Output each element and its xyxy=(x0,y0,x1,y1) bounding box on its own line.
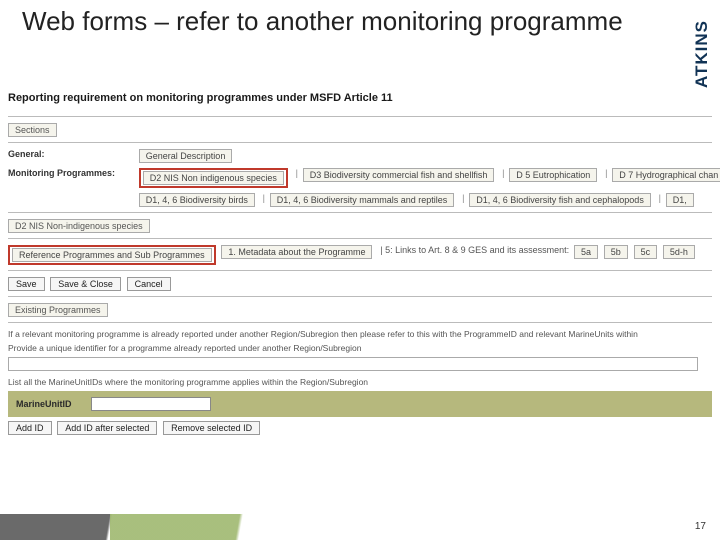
divider xyxy=(8,238,712,239)
pipe-icon: | xyxy=(462,193,464,203)
remove-id-button[interactable]: Remove selected ID xyxy=(163,421,260,435)
tab-d146-birds[interactable]: D1, 4, 6 Biodiversity birds xyxy=(139,193,255,207)
row-d2-subtabs: Reference Programmes and Sub Programmes … xyxy=(8,245,712,265)
form-screenshot: Reporting requirement on monitoring prog… xyxy=(0,92,720,440)
highlight-d2-nis: D2 NIS Non indigenous species xyxy=(139,168,288,188)
tab-metadata-programme[interactable]: 1. Metadata about the Programme xyxy=(221,245,372,259)
tab-d2-nis[interactable]: D2 NIS Non indigenous species xyxy=(143,171,284,185)
tab-d1-cut[interactable]: D1, xyxy=(666,193,694,207)
pipe-icon: | xyxy=(263,193,265,203)
tab-general-description[interactable]: General Description xyxy=(139,149,233,163)
add-id-button[interactable]: Add ID xyxy=(8,421,52,435)
tab-d2-section[interactable]: D2 NIS Non-indigenous species xyxy=(8,219,150,233)
row-id-actions: Add ID Add ID after selected Remove sele… xyxy=(8,421,712,435)
text-list-marineunits: List all the MarineUnitIDs where the mon… xyxy=(8,377,712,387)
divider xyxy=(8,116,712,117)
divider xyxy=(8,296,712,297)
tab-5c[interactable]: 5c xyxy=(634,245,658,259)
label-monitoring: Monitoring Programmes: xyxy=(8,168,136,178)
add-id-after-button[interactable]: Add ID after selected xyxy=(57,421,157,435)
brand-logo-text: ATKINS xyxy=(692,20,712,88)
tab-d3-biodiversity[interactable]: D3 Biodiversity commercial fish and shel… xyxy=(303,168,495,182)
text-provide-identifier: Provide a unique identifier for a progra… xyxy=(8,343,712,353)
form-heading: Reporting requirement on monitoring prog… xyxy=(8,92,712,104)
tab-d5-eutrophication[interactable]: D 5 Eutrophication xyxy=(509,168,597,182)
footer-shape-green xyxy=(110,514,430,540)
brand-logo: ATKINS xyxy=(692,6,712,102)
save-button[interactable]: Save xyxy=(8,277,45,291)
row-monitoring-2: D1, 4, 6 Biodiversity birds | D1, 4, 6 B… xyxy=(8,193,712,207)
divider xyxy=(8,142,712,143)
pipe-icon: | xyxy=(605,168,607,178)
tab-5dh[interactable]: 5d-h xyxy=(663,245,695,259)
tab-sections[interactable]: Sections xyxy=(8,123,57,137)
tab-5a[interactable]: 5a xyxy=(574,245,598,259)
divider xyxy=(8,322,712,323)
row-monitoring-1: Monitoring Programmes: D2 NIS Non indige… xyxy=(8,168,712,188)
divider xyxy=(8,270,712,271)
page-number: 17 xyxy=(695,521,706,532)
marineunitid-input[interactable] xyxy=(91,397,211,411)
save-close-button[interactable]: Save & Close xyxy=(50,277,121,291)
tab-existing-programmes[interactable]: Existing Programmes xyxy=(8,303,108,317)
label-links-art: | 5: Links to Art. 8 & 9 GES and its ass… xyxy=(380,245,569,255)
tab-d146-mammals[interactable]: D1, 4, 6 Biodiversity mammals and reptil… xyxy=(270,193,455,207)
tab-d146-fish[interactable]: D1, 4, 6 Biodiversity fish and cephalopo… xyxy=(469,193,651,207)
tab-d7-hydrographical[interactable]: D 7 Hydrographical chan xyxy=(612,168,720,182)
row-actions: Save Save & Close Cancel xyxy=(8,277,712,291)
label-marineunitid: MarineUnitID xyxy=(16,399,88,409)
highlight-reference-programmes: Reference Programmes and Sub Programmes xyxy=(8,245,216,265)
slide-title: Web forms – refer to another monitoring … xyxy=(22,6,642,37)
tab-reference-programmes[interactable]: Reference Programmes and Sub Programmes xyxy=(12,248,212,262)
programme-id-input[interactable] xyxy=(8,357,698,371)
tab-5b[interactable]: 5b xyxy=(604,245,628,259)
label-general: General: xyxy=(8,149,136,159)
pipe-icon: | xyxy=(502,168,504,178)
divider xyxy=(8,212,712,213)
cancel-button[interactable]: Cancel xyxy=(127,277,171,291)
text-existing-intro: If a relevant monitoring programme is al… xyxy=(8,329,712,339)
row-general: General: General Description xyxy=(8,149,712,163)
pipe-icon: | xyxy=(659,193,661,203)
marine-unit-panel: MarineUnitID xyxy=(8,391,712,417)
pipe-icon: | xyxy=(296,168,298,178)
